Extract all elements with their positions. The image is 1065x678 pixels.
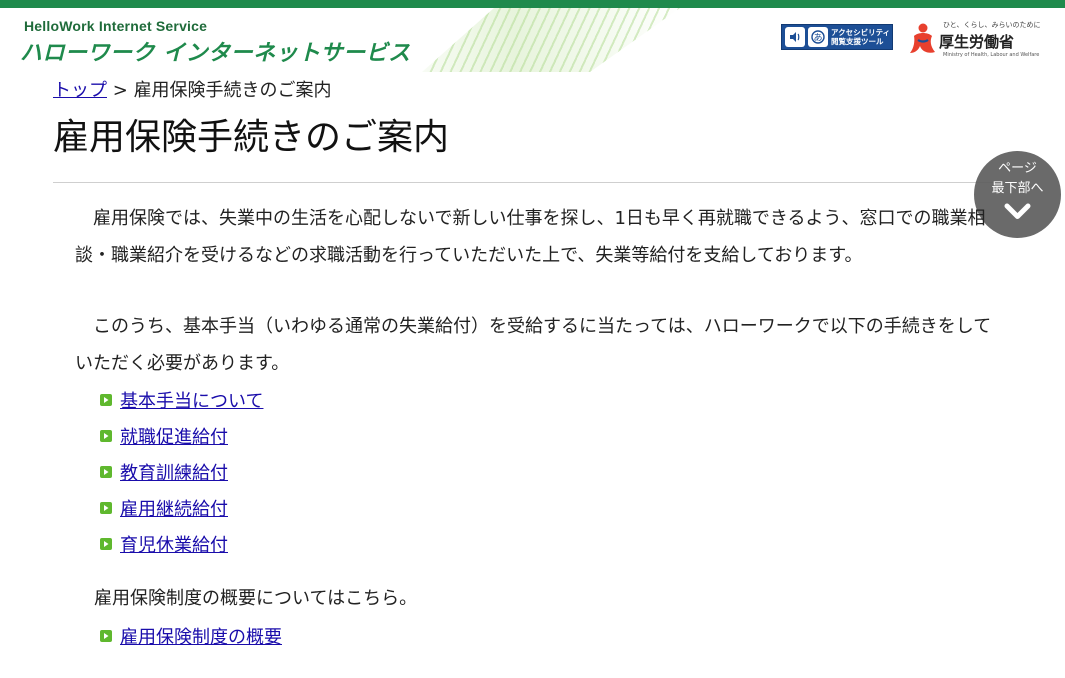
- overview-links-list: 雇用保険制度の概要: [100, 618, 282, 654]
- link-education-training[interactable]: 教育訓練給付: [120, 459, 228, 485]
- ministry-name: 厚生労働省: [939, 33, 1015, 51]
- link-childcare-leave[interactable]: 育児休業給付: [120, 531, 228, 557]
- list-item: 雇用保険制度の概要: [100, 618, 282, 654]
- link-insurance-overview[interactable]: 雇用保険制度の概要: [120, 623, 282, 649]
- title-divider: [53, 182, 1000, 183]
- arrow-bullet-icon: [100, 394, 112, 406]
- ministry-tagline: ひと、くらし、みらいのために: [943, 21, 1041, 29]
- list-item: 雇用継続給付: [100, 490, 263, 526]
- arrow-bullet-icon: [100, 538, 112, 550]
- arrow-bullet-icon: [100, 502, 112, 514]
- svg-text:あ: あ: [813, 33, 822, 44]
- ministry-logo[interactable]: ひと、くらし、みらいのために 厚生労働省 Ministry of Health,…: [906, 20, 1041, 64]
- speaker-icon: [785, 27, 805, 47]
- breadcrumb-current: 雇用保険手続きのご案内: [133, 80, 332, 101]
- list-item: 就職促進給付: [100, 418, 263, 454]
- site-header: HelloWork Internet Service ハローワーク インターネッ…: [0, 8, 1065, 72]
- ministry-english-name: Ministry of Health, Labour and Welfare: [943, 52, 1040, 58]
- intro-paragraph: 雇用保険では、失業中の生活を心配しないで新しい仕事を探し、1日も早く再就職できる…: [75, 208, 986, 266]
- breadcrumb: トップ > 雇用保険手続きのご案内: [53, 76, 332, 102]
- logo-subtitle[interactable]: HelloWork Internet Service: [24, 18, 207, 34]
- list-item: 基本手当について: [100, 382, 263, 418]
- top-accent-bar: [0, 0, 1065, 8]
- character-a-icon: あ: [808, 27, 828, 47]
- breadcrumb-separator: >: [112, 80, 128, 101]
- site-logo[interactable]: ハローワーク インターネットサービス: [20, 35, 411, 67]
- list-item: 教育訓練給付: [100, 454, 263, 490]
- ministry-emblem-icon: [910, 23, 935, 53]
- benefit-links-list: 基本手当について 就職促進給付 教育訓練給付 雇用継続給付 育児休業給付: [100, 382, 263, 562]
- accessibility-label: アクセシビリティ 閲覧支援ツール: [831, 28, 891, 46]
- arrow-bullet-icon: [100, 630, 112, 642]
- arrow-bullet-icon: [100, 466, 112, 478]
- overview-note: 雇用保険制度の概要についてはこちら。: [94, 588, 418, 609]
- arrow-bullet-icon: [100, 430, 112, 442]
- list-item: 育児休業給付: [100, 526, 263, 562]
- breadcrumb-home-link[interactable]: トップ: [53, 80, 107, 101]
- accessibility-tool-button[interactable]: あ アクセシビリティ 閲覧支援ツール: [781, 24, 893, 50]
- header-decoration: [422, 8, 680, 72]
- procedure-paragraph: このうち、基本手当（いわゆる通常の失業給付）を受給するに当たっては、ハローワーク…: [75, 316, 992, 374]
- page-title: 雇用保険手続きのご案内: [53, 117, 450, 158]
- link-employment-continuation[interactable]: 雇用継続給付: [120, 495, 228, 521]
- scroll-button-line2: 最下部へ: [991, 181, 1044, 196]
- scroll-button-line1: ページ: [998, 161, 1037, 176]
- chevron-down-icon: [1004, 203, 1031, 219]
- link-employment-promotion[interactable]: 就職促進給付: [120, 423, 228, 449]
- link-basic-allowance[interactable]: 基本手当について: [120, 387, 263, 413]
